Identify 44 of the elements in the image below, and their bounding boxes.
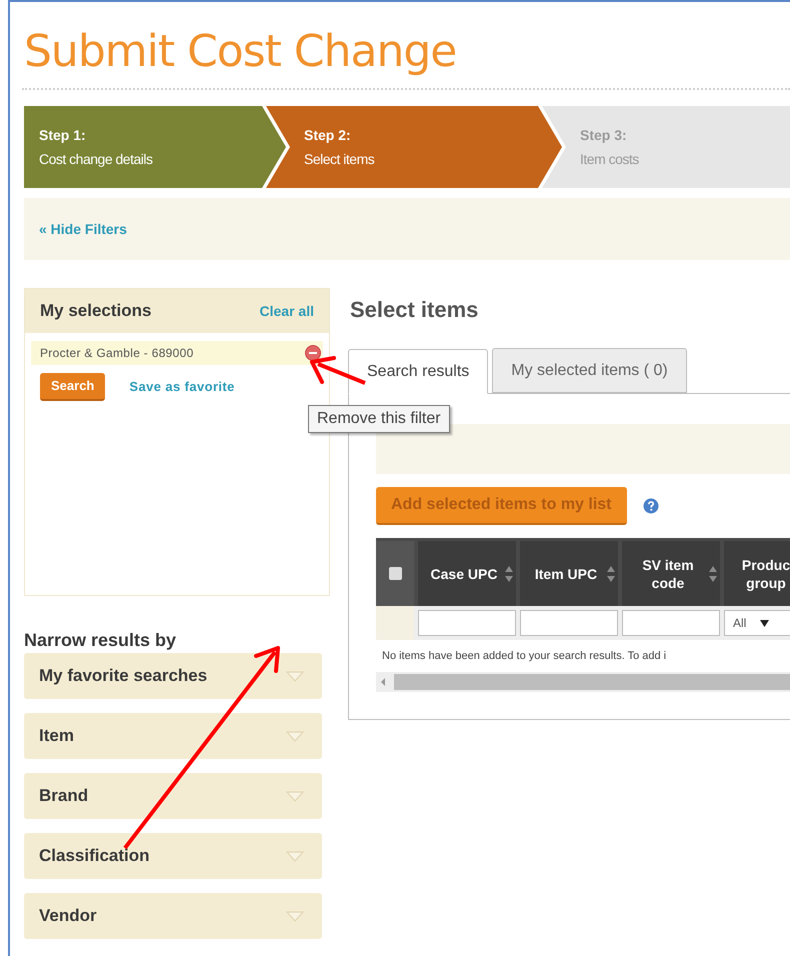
filter-section-label: My favorite searches [39,665,208,688]
annotation-arrow [310,356,366,385]
column-header[interactable]: Produc group [724,541,790,606]
tab[interactable]: My selected items ( 0) [492,348,687,393]
dropdown-arrow-icon [760,620,770,626]
caret-icon [286,850,304,862]
filter-section[interactable]: Classification [24,833,322,879]
page-title: Submit Cost Change [24,25,458,79]
filter-input[interactable] [622,610,720,636]
empty-message: No items have been added to your search results. To add i [381,648,668,664]
caret-icon [286,790,304,802]
filter-section-label: Vendor [39,905,97,928]
filter-input[interactable] [418,610,516,636]
filter-section-label: Item [39,725,74,748]
filter-section-label: Classification [39,845,150,868]
filter-section[interactable]: My favorite searches [24,653,322,699]
section-title: Narrow results by [24,629,178,652]
caret-icon [286,670,304,682]
caret-icon [286,910,304,922]
section-title: Select items [350,296,480,324]
tab[interactable]: Search results [348,349,488,394]
panel-title: My selections [40,300,152,322]
caret-icon [286,730,304,742]
filter-section-label: Brand [39,785,88,808]
step-number: Step 2: [304,126,352,145]
column-header[interactable]: Case UPC [418,541,516,606]
filter-section[interactable]: Brand [24,773,322,819]
tooltip: Remove this filter [308,405,450,433]
horizontal-scrollbar[interactable] [376,672,790,692]
step-name: Select items [304,150,376,169]
filter-dropdown[interactable]: All [724,610,790,636]
remove-filter-button[interactable] [305,345,321,361]
filter-section[interactable]: Item [24,713,322,759]
filter-input[interactable] [520,610,618,636]
filter-section[interactable]: Vendor [24,893,322,939]
step-name: Item costs [580,150,640,169]
filter-label: Procter & Gamble - 689000 [40,345,194,362]
step-number: Step 1: [39,126,87,145]
step-number: Step 3: [580,126,628,145]
column-header[interactable]: Item UPC [520,541,618,606]
step-name: Cost change details [39,150,154,169]
column-header[interactable]: SV item code [622,541,720,606]
select-all-checkbox[interactable] [388,567,402,580]
help-icon[interactable] [642,498,659,514]
